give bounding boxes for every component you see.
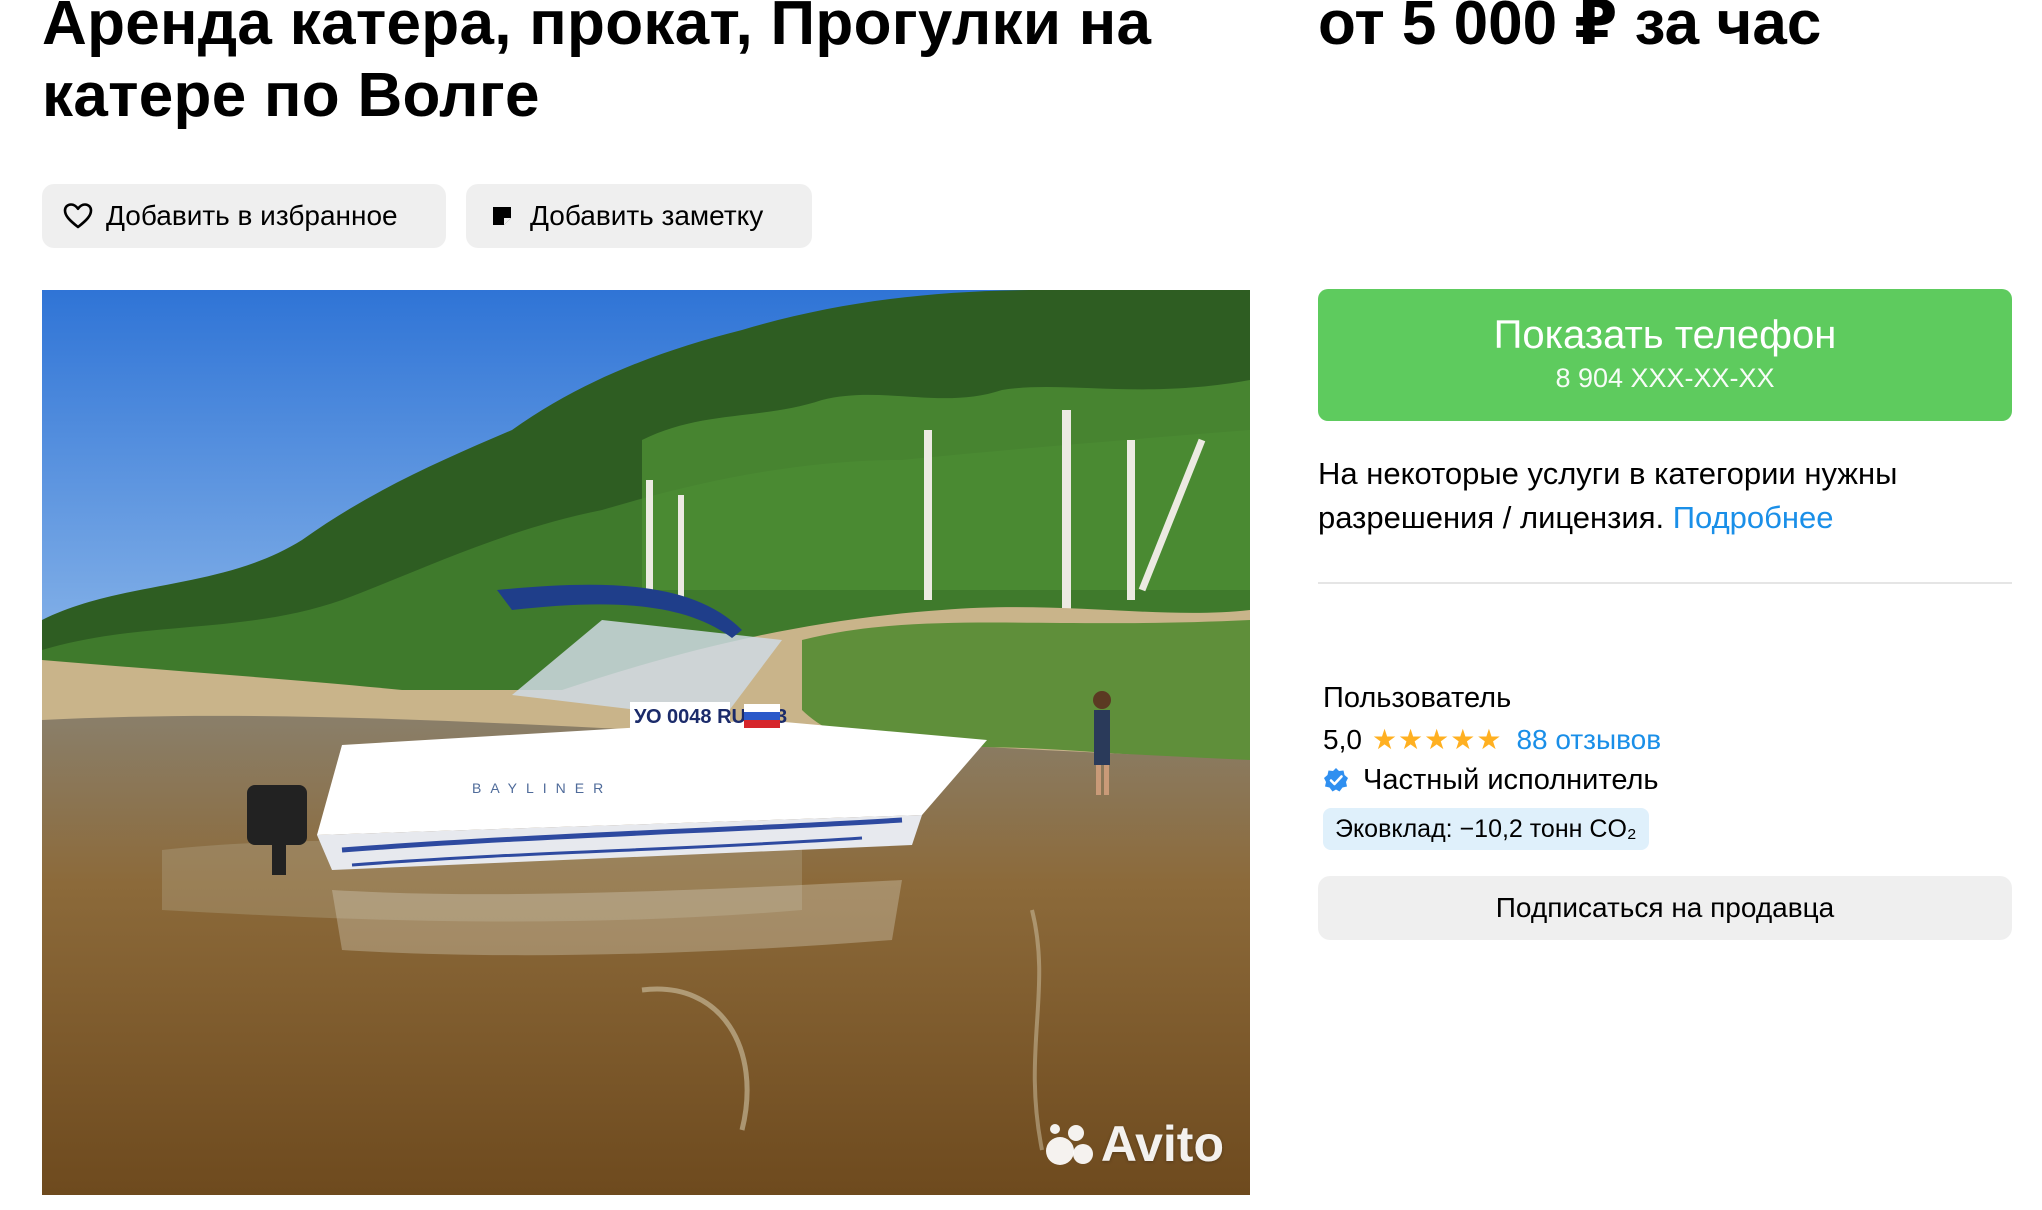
listing-photo[interactable]: УО 0048 RUS 73 BAYLINER Avito bbox=[42, 290, 1250, 1195]
avito-watermark: Avito bbox=[1045, 1115, 1224, 1173]
listing-title: Аренда катера, прокат, Прогулки на катер… bbox=[42, 0, 1152, 130]
note-icon bbox=[486, 200, 518, 232]
divider bbox=[1318, 582, 2012, 584]
eco-contribution-badge[interactable]: Эковклад: −10,2 тонн CO₂ bbox=[1323, 808, 1649, 850]
seller-rating: 5,0 ★★★★★ 88 отзывов bbox=[1323, 720, 1661, 760]
avito-watermark-text: Avito bbox=[1100, 1116, 1224, 1172]
add-note-button[interactable]: Добавить заметку bbox=[466, 184, 812, 248]
listing-price: от 5 000 ₽ за час bbox=[1318, 0, 1822, 58]
boat-brand: BAYLINER bbox=[472, 780, 612, 796]
rating-value: 5,0 bbox=[1323, 724, 1362, 755]
masked-phone-number: 8 904 XXX-XX-XX bbox=[1555, 363, 1775, 393]
verified-check-icon bbox=[1324, 768, 1348, 792]
seller-name[interactable]: Пользователь bbox=[1323, 678, 1511, 718]
rating-stars-icon: ★★★★★ bbox=[1371, 724, 1503, 755]
add-note-label: Добавить заметку bbox=[530, 200, 764, 231]
avito-logo-icon bbox=[1045, 1124, 1093, 1165]
license-details-link[interactable]: Подробнее bbox=[1673, 500, 1834, 535]
subscribe-seller-button[interactable]: Подписаться на продавца bbox=[1318, 876, 2012, 940]
reviews-link[interactable]: 88 отзывов bbox=[1516, 720, 1661, 760]
seller-type-label: Частный исполнитель bbox=[1363, 764, 1659, 796]
show-phone-label: Показать телефон bbox=[1493, 313, 1837, 357]
seller-type: Частный исполнитель bbox=[1323, 760, 1659, 800]
add-to-favorites-label: Добавить в избранное bbox=[106, 200, 398, 231]
license-notice: На некоторые услуги в категории нужны ра… bbox=[1318, 452, 2012, 540]
heart-icon bbox=[62, 200, 94, 232]
show-phone-button[interactable]: Показать телефон 8 904 XXX-XX-XX bbox=[1318, 289, 2012, 421]
add-to-favorites-button[interactable]: Добавить в избранное bbox=[42, 184, 446, 248]
